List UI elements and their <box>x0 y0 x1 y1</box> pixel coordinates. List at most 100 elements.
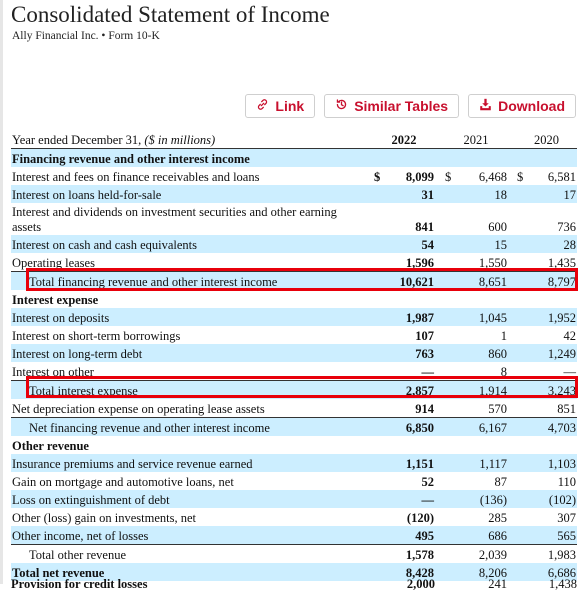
cell-value: 851 <box>557 402 576 416</box>
cell-value: — <box>421 365 435 379</box>
cell-value: 307 <box>557 511 576 525</box>
cell-2022: 914 <box>374 402 435 417</box>
cell-value: 1,045 <box>478 311 507 325</box>
cell-2021: 285 <box>435 511 507 526</box>
cell-2020: — <box>507 365 577 380</box>
row-label: Interest on short-term borrowings <box>12 329 181 343</box>
table-row: Insurance premiums and service revenue e… <box>11 454 577 472</box>
header-year-text: Year ended December 31, <box>12 133 142 147</box>
table-row: Other (loss) gain on investments, net (12… <box>11 508 577 526</box>
row-label: Other revenue <box>12 439 89 453</box>
cell-2020: 307 <box>507 511 577 526</box>
row-label: Interest and dividends on investment sec… <box>12 205 337 234</box>
cell-value: 6,468 <box>478 170 507 184</box>
cell-value: 28 <box>563 238 577 252</box>
cell-value: 31 <box>421 188 435 202</box>
page-title: Consolidated Statement of Income <box>11 2 330 27</box>
cell-2022: — <box>374 493 435 508</box>
row-label: Interest on other <box>12 365 94 379</box>
cell-value: 1,596 <box>405 256 434 270</box>
cell-value: 110 <box>557 475 576 489</box>
similar-tables-button[interactable]: Similar Tables <box>324 94 460 118</box>
cell-2022: 763 <box>374 347 435 362</box>
cell-2021: 570 <box>435 402 507 417</box>
cell-2021: 87 <box>435 475 508 490</box>
table-row: Interest on long-term debt 763 860 1,249 <box>11 344 577 362</box>
cell-value: 763 <box>415 347 434 361</box>
cell-value: 914 <box>415 402 434 416</box>
table-row: Net depreciation expense on operating le… <box>11 399 577 417</box>
header-unit-text: ($ in millions) <box>144 133 216 147</box>
cell-2020: (102) <box>507 493 577 508</box>
cell-value: 8,099 <box>405 170 434 184</box>
cell-2021: 8,651 <box>435 275 507 290</box>
table-header-row: Year ended December 31, ($ in millions) … <box>11 130 577 149</box>
cell-value: 686 <box>488 529 507 543</box>
download-button-label: Download <box>498 98 565 114</box>
cell-2020: 28 <box>507 238 577 253</box>
link-button[interactable]: Link <box>245 94 316 118</box>
cell-value: 42 <box>563 329 577 343</box>
cell-value: 10,621 <box>399 275 434 289</box>
cell-value: 17 <box>563 188 577 202</box>
currency-symbol: $ <box>445 170 452 184</box>
cell-2021: 18 <box>435 188 508 203</box>
table-row: Interest on deposits 1,987 1,045 1,952 <box>11 308 577 326</box>
cell-2021: 1,117 <box>435 457 507 472</box>
cell-2022: 31 <box>374 188 435 203</box>
income-statement-table: Year ended December 31, ($ in millions) … <box>11 130 577 581</box>
table-row-clipped: Provision for credit losses 2,000 241 1,… <box>11 577 577 592</box>
currency-symbol: $ <box>517 170 524 184</box>
cell-value: 6,167 <box>478 421 507 435</box>
cell-2021: 600 <box>435 220 507 235</box>
link-button-label: Link <box>275 98 305 114</box>
row-label: Interest on cash and cash equivalents <box>12 238 198 252</box>
table-row: Total financing revenue and other intere… <box>11 271 577 290</box>
cell-2021: 1 <box>435 329 507 344</box>
table-row: Interest on short-term borrowings 107 1 42 <box>11 326 577 344</box>
cell-2020: 1,249 <box>507 347 577 362</box>
cell-value: 52 <box>421 475 435 489</box>
cell-value: 600 <box>488 220 507 234</box>
cell-2022: 841 <box>374 220 435 235</box>
cell-value: 2,857 <box>405 384 434 398</box>
row-label: Interest on deposits <box>12 311 110 325</box>
table-row: Interest on other —8— <box>11 362 577 380</box>
cell-value: — <box>421 493 435 507</box>
cell-2021: 6,167 <box>435 421 507 436</box>
table-row: Interest expense <box>11 290 577 308</box>
table-row: Interest on loans held-for-sale 31 18 17 <box>11 185 577 203</box>
cell-value: 8,797 <box>547 275 576 289</box>
page-subtitle: Ally Financial Inc. • Form 10-K <box>12 30 160 42</box>
cell-value: 1,249 <box>547 347 576 361</box>
row-label: Insurance premiums and service revenue e… <box>12 457 253 471</box>
row-label: Total financing revenue and other intere… <box>29 275 278 289</box>
cell-value: 4,703 <box>547 421 576 435</box>
table-row: Gain on mortgage and automotive loans, n… <box>11 472 577 490</box>
cell-2022: $8,099 <box>374 170 435 185</box>
cell-value: 841 <box>415 220 434 234</box>
cell-2022: 495 <box>374 529 435 544</box>
row-label: Provision for credit losses <box>11 577 148 591</box>
cell-2022: 2,000 <box>406 577 435 591</box>
row-label: Other (loss) gain on investments, net <box>12 511 196 525</box>
cell-2020: 1,438 <box>548 577 577 591</box>
row-label: Interest and fees on finance receivables… <box>12 170 260 184</box>
cell-2021: (136) <box>435 493 507 508</box>
page-left-border <box>0 0 3 584</box>
table-row: Total other revenue 1,578 2,039 1,983 <box>11 544 577 563</box>
row-label: Interest expense <box>12 293 99 307</box>
row-label: Interest on long-term debt <box>12 347 143 361</box>
cell-value: 1,952 <box>547 311 576 325</box>
row-label: Loss on extinguishment of debt <box>12 493 170 507</box>
cell-2022: (120) <box>374 511 435 526</box>
download-button[interactable]: Download <box>468 94 576 118</box>
cell-2022: 107 <box>374 329 435 344</box>
cell-value: 1,983 <box>547 548 576 562</box>
cell-value: 860 <box>488 347 507 361</box>
cell-2021: 686 <box>435 529 507 544</box>
row-label: Total other revenue <box>29 548 126 562</box>
cell-2020: 42 <box>507 329 577 344</box>
cell-2020: 110 <box>507 475 577 490</box>
download-icon <box>479 98 492 114</box>
